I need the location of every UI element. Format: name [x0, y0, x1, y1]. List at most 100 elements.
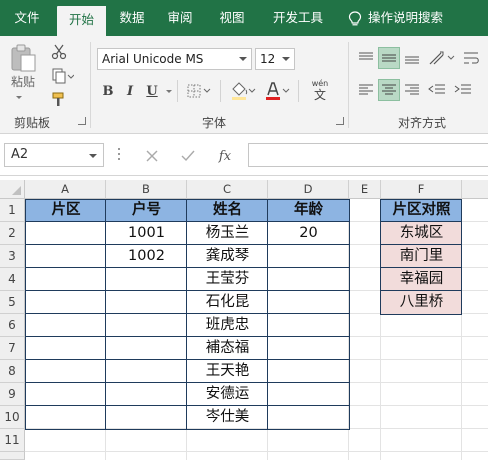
cancel-button[interactable] — [140, 146, 164, 166]
text-orientation-icon — [429, 51, 455, 65]
row-header-2[interactable]: 2 — [0, 222, 25, 245]
increase-indent-button[interactable] — [452, 79, 474, 101]
table-border — [25, 313, 350, 314]
font-name-combo[interactable]: Arial Unicode MS — [97, 48, 252, 70]
copy-button[interactable] — [48, 66, 78, 86]
tab-home[interactable]: 开始 — [57, 6, 106, 36]
table-border — [267, 199, 268, 430]
borders-button[interactable] — [184, 81, 214, 101]
ribbon-tab-bar: 文件 开始 数据 审阅 视图 开发工具 操作说明搜索 — [0, 0, 488, 36]
tab-view[interactable]: 视图 — [210, 0, 254, 36]
fx-icon: fx — [218, 148, 232, 164]
clipboard-group-label: 剪贴板 — [14, 116, 51, 130]
row-header-11[interactable]: 11 — [0, 429, 25, 452]
tab-data[interactable]: 数据 — [110, 0, 154, 36]
increase-indent-icon — [454, 84, 471, 94]
tab-review[interactable]: 审阅 — [158, 0, 202, 36]
decrease-indent-icon — [428, 84, 445, 94]
scissors-icon — [51, 44, 67, 60]
formula-input[interactable] — [248, 143, 488, 167]
ribbon-home: 粘贴 剪贴板 Arial Unicode MS 12 B I U wén 文 字… — [0, 36, 488, 134]
insert-function-button[interactable]: fx — [212, 146, 238, 166]
underline-button[interactable]: U — [143, 81, 161, 101]
enter-button[interactable] — [176, 146, 200, 166]
tab-file[interactable]: 文件 — [0, 0, 54, 36]
paste-label: 粘贴 — [10, 74, 35, 89]
italic-button[interactable]: I — [121, 81, 139, 101]
formula-bar-grip-icon[interactable] — [118, 148, 120, 162]
orientation-button[interactable] — [426, 47, 456, 69]
font-dialog-launcher-icon[interactable] — [336, 117, 344, 125]
row-header-5[interactable]: 5 — [0, 291, 25, 314]
spreadsheet-grid[interactable]: A B C D E F 1 2 3 4 5 6 7 8 9 10 11 片区 户… — [0, 180, 488, 460]
cut-button[interactable] — [48, 42, 70, 62]
table-border — [105, 199, 106, 430]
paste-button[interactable]: 粘贴 — [6, 42, 40, 90]
chevron-down-icon — [239, 57, 247, 61]
align-center-icon — [382, 84, 396, 95]
row-header-6[interactable]: 6 — [0, 314, 25, 337]
close-icon — [146, 150, 158, 162]
align-right-icon — [405, 84, 419, 95]
lookup-border — [380, 267, 462, 268]
row-header-8[interactable]: 8 — [0, 360, 25, 383]
table-border — [25, 290, 350, 291]
row-header-9[interactable]: 9 — [0, 383, 25, 406]
align-middle-button[interactable] — [378, 47, 400, 69]
row-header-1[interactable]: 1 — [0, 199, 25, 222]
clipboard-dialog-launcher-icon[interactable] — [78, 117, 86, 125]
wrap-text-icon — [464, 52, 479, 64]
align-center-button[interactable] — [378, 79, 400, 101]
name-box-value: A2 — [11, 147, 29, 162]
column-header-d[interactable]: D — [268, 180, 349, 199]
divider — [220, 80, 221, 102]
column-header-g[interactable] — [462, 180, 488, 199]
align-top-button[interactable] — [355, 47, 377, 69]
font-color-button[interactable] — [262, 80, 292, 102]
column-header-f[interactable]: F — [381, 180, 462, 199]
row-header-3[interactable]: 3 — [0, 245, 25, 268]
phonetic-guide-button[interactable]: wén 文 — [304, 78, 336, 104]
underline-icon: U — [146, 83, 158, 99]
column-header-e[interactable]: E — [349, 180, 381, 199]
chevron-down-icon — [89, 154, 97, 158]
tell-me-search[interactable]: 操作说明搜索 — [344, 0, 468, 36]
row-header-10[interactable]: 10 — [0, 406, 25, 429]
column-header-c[interactable]: C — [187, 180, 268, 199]
align-right-button[interactable] — [401, 79, 423, 101]
row-header-4[interactable]: 4 — [0, 268, 25, 291]
underline-dropdown-icon[interactable] — [166, 90, 172, 93]
lookup-border — [380, 221, 462, 222]
table-border — [25, 359, 350, 360]
row-header-7[interactable]: 7 — [0, 337, 25, 360]
format-painter-icon — [52, 92, 64, 106]
column-header-a[interactable]: A — [25, 180, 106, 199]
name-box[interactable]: A2 — [4, 143, 104, 167]
alignment-group-label: 对齐方式 — [398, 116, 447, 130]
phonetic-icon-label: wén — [311, 79, 329, 88]
font-group-label: 字体 — [202, 116, 227, 130]
font-color-icon — [266, 82, 290, 100]
bold-icon: B — [102, 83, 114, 99]
chevron-down-icon — [282, 57, 290, 61]
format-painter-button[interactable] — [48, 90, 70, 110]
align-left-button[interactable] — [355, 79, 377, 101]
select-all-button[interactable] — [0, 180, 25, 199]
font-size-combo[interactable]: 12 — [255, 48, 295, 70]
paste-dropdown-icon[interactable] — [16, 96, 22, 99]
bold-button[interactable]: B — [99, 81, 117, 101]
gridline — [25, 451, 488, 452]
checkmark-icon — [181, 150, 195, 162]
decrease-indent-button[interactable] — [426, 79, 448, 101]
phonetic-icon: 文 — [313, 88, 326, 102]
lookup-border — [380, 290, 462, 291]
table-border — [186, 199, 187, 430]
lookup-border — [380, 199, 462, 315]
wrap-text-button[interactable] — [460, 47, 482, 69]
tab-developer[interactable]: 开发工具 — [262, 0, 334, 36]
paint-bucket-icon — [232, 82, 256, 100]
fill-color-button[interactable] — [228, 80, 258, 102]
column-header-b[interactable]: B — [106, 180, 187, 199]
row-header-12[interactable] — [0, 452, 25, 460]
align-bottom-button[interactable] — [401, 47, 423, 69]
